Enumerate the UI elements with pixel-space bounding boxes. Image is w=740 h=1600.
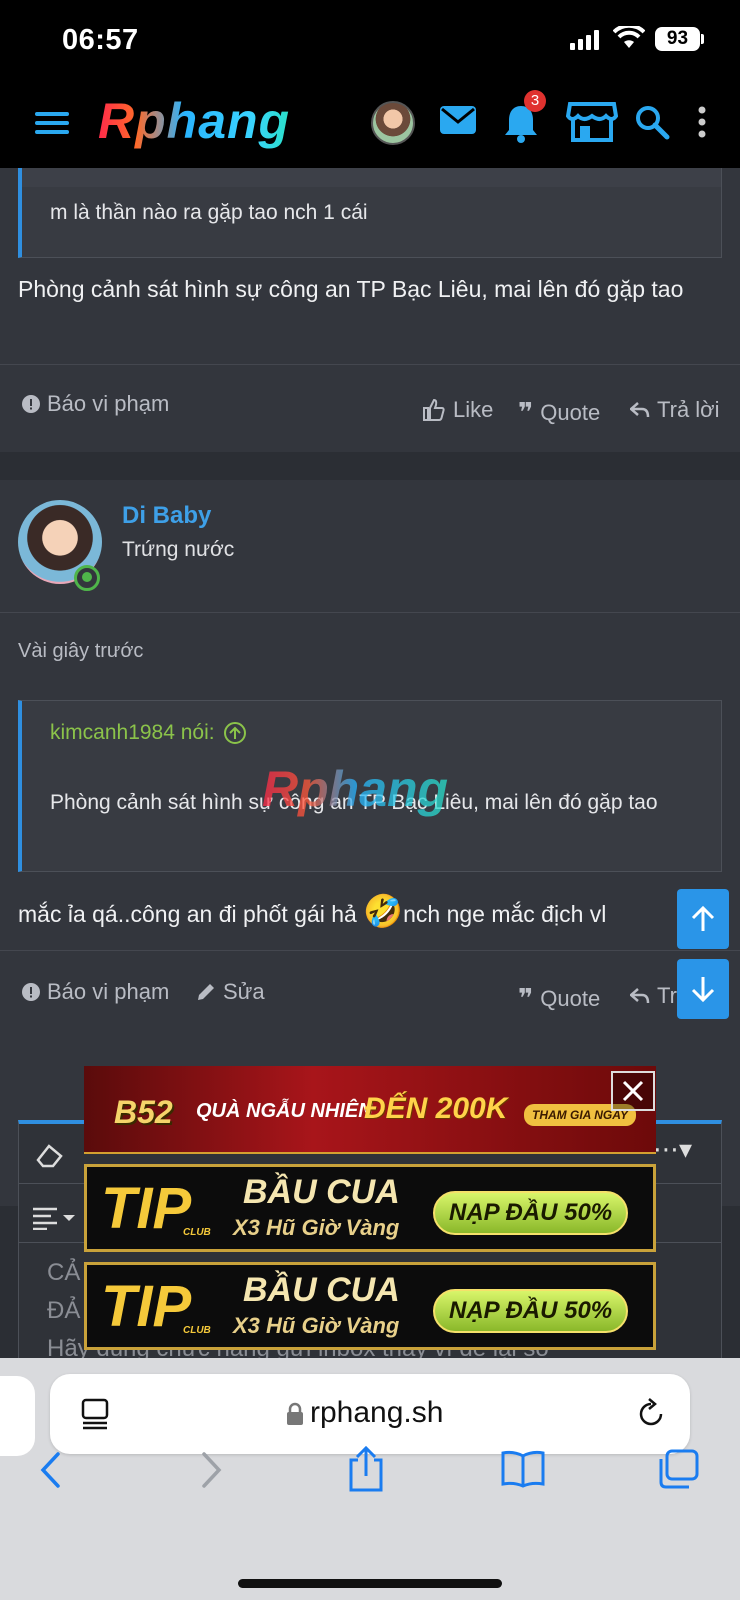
wifi-icon [613,26,645,48]
user-avatar[interactable] [371,101,415,145]
poster-username[interactable]: Di Baby [122,502,211,530]
arrow-up-circle-icon [223,722,246,744]
rofl-emoji: 🤣 [363,893,404,929]
quote-attribution[interactable]: kimcanh1984 nói: [50,721,247,745]
arrow-up-icon [691,905,715,931]
ad-banner-tip[interactable]: TIP CLUB BẦU CUA X3 Hũ Giờ Vàng NẠP ĐẦU … [84,1262,656,1350]
quote-button[interactable]: ❞ Quote [518,397,600,428]
like-label: Like [453,397,494,422]
ad-title: BẦU CUA [243,1271,400,1309]
scroll-to-bottom-button[interactable] [677,959,729,1019]
address-bar[interactable]: rphang.sh [50,1374,690,1454]
post-card: m là thần nào ra gặp tao nch 1 cái Phòng… [0,168,740,452]
ad-banner-b52[interactable]: B52 QUÀ NGẪU NHIÊN ĐẾN 200K THAM GIA NGA… [84,1066,656,1154]
warning-icon [22,983,40,1001]
status-time: 06:57 [62,24,139,56]
quote-header [22,168,721,187]
share-icon[interactable] [346,1446,386,1492]
post-body: Phòng cảnh sát hình sự công an TP Bạc Li… [18,276,684,302]
quote-label: Quote [540,399,601,425]
align-left-icon[interactable] [31,1206,77,1230]
report-label: Báo vi phạm [47,391,170,416]
ad-brand-sub: CLUB [183,1227,211,1238]
quote-mark-icon: ❞ [518,983,534,1013]
previous-tab-preview[interactable] [0,1376,35,1456]
eraser-icon[interactable] [35,1142,65,1168]
battery-tip [701,34,704,44]
more-tools-icon[interactable]: ⋯▾ [653,1134,692,1165]
app-header: Rphang 3 [0,82,740,168]
post-body-text: mắc ỉa qá..công an đi phốt gái hả [18,901,364,927]
ad-banner-tip[interactable]: TIP CLUB BẦU CUA X3 Hũ Giờ Vàng NẠP ĐẦU … [84,1164,656,1252]
edit-label: Sửa [223,979,265,1004]
ad-text-highlight: ĐẾN 200K [364,1092,508,1125]
arrow-down-icon [691,977,715,1003]
battery-level: 93 [655,27,700,51]
reload-icon[interactable] [636,1398,666,1430]
ad-title: BẦU CUA [243,1173,400,1211]
quote-author: kimcanh1984 nói: [50,721,215,744]
report-label: Báo vi phạm [47,979,170,1004]
ad-cta: NẠP ĐẦU 50% [433,1289,629,1333]
close-icon [622,1080,644,1102]
ad-subtitle: X3 Hũ Giờ Vàng [233,1313,400,1338]
quote-button[interactable]: ❞ Quote [518,983,600,1014]
pencil-icon [198,984,214,1000]
ad-brand: B52 [114,1094,173,1130]
site-logo[interactable]: Rphang [98,92,290,150]
tabs-icon[interactable] [656,1448,700,1490]
ad-cta: NẠP ĐẦU 50% [433,1191,629,1235]
post-body-text-end: nch nge mắc địch vl [403,901,607,927]
ad-subtitle: X3 Hũ Giờ Vàng [233,1215,400,1240]
page-menu-icon[interactable] [80,1398,110,1430]
ad-brand: TIP [101,1176,192,1241]
thumbs-up-icon [423,398,445,421]
cellular-signal-icon [570,30,599,50]
bookmarks-icon[interactable] [500,1450,546,1488]
ad-close-button[interactable] [611,1071,655,1111]
mail-icon[interactable] [439,104,477,136]
reply-arrow-icon [630,402,650,418]
quote-block: m là thần nào ra gặp tao nch 1 cái [18,168,722,258]
edit-button[interactable]: Sửa [196,979,265,1005]
divider [0,612,740,613]
search-icon[interactable] [634,104,670,140]
post-actions: Báo vi phạm Sửa ❞ Quote Tr [0,950,740,1036]
report-button[interactable]: Báo vi phạm [22,979,169,1005]
quote-text: m là thần nào ra gặp tao nch 1 cái [50,201,368,224]
more-options-icon[interactable] [696,106,708,138]
status-bar: 06:57 93 [0,0,740,82]
store-icon[interactable] [566,100,618,144]
poster-user-title: Trứng nước [122,538,235,561]
reply-button[interactable]: Trả lời [630,397,720,423]
lock-icon [287,1402,303,1425]
notification-badge: 3 [524,90,546,112]
scroll-to-top-button[interactable] [677,889,729,949]
back-icon[interactable] [38,1450,64,1490]
watermark-logo: Rphang [262,761,449,817]
hamburger-menu-icon[interactable] [35,108,71,138]
post-body: mắc ỉa qá..công an đi phốt gái hả 🤣nch n… [18,894,668,931]
ad-brand: TIP [101,1274,192,1339]
browser-toolbar: rphang.sh [0,1358,740,1600]
url-text: rphang.sh [310,1396,444,1429]
quote-label: Quote [540,985,601,1011]
warning-icon [22,395,40,413]
post-timestamp[interactable]: Vài giây trước [18,634,143,668]
home-indicator [238,1579,502,1588]
online-status-indicator [74,565,100,591]
quote-mark-icon: ❞ [518,397,534,427]
forward-icon[interactable] [198,1450,224,1490]
reply-arrow-icon [630,988,650,1004]
like-button[interactable]: Like [422,397,493,423]
ad-text: QUÀ NGẪU NHIÊN [196,1100,373,1122]
ad-brand-sub: CLUB [183,1325,211,1336]
post-actions: Báo vi phạm Like ❞ Quote Trả lời [0,364,740,450]
reply-label: Tr [657,983,677,1008]
reply-button[interactable]: Tr [630,983,677,1009]
report-button[interactable]: Báo vi phạm [22,391,169,417]
reply-label: Trả lời [657,397,720,422]
